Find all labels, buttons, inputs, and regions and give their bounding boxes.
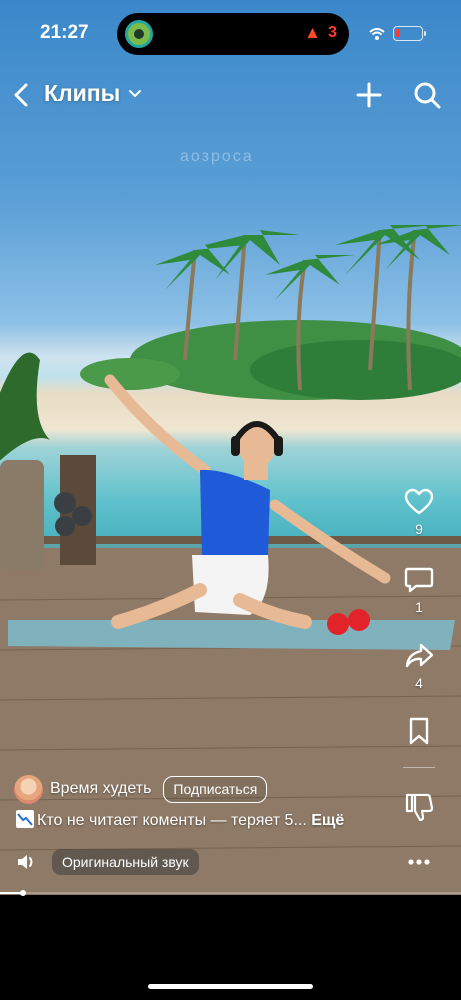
video-frame	[0, 225, 461, 895]
like-count: 9	[415, 521, 423, 537]
rail-divider	[403, 767, 435, 768]
home-indicator	[148, 984, 313, 989]
heart-icon[interactable]	[404, 488, 434, 516]
clips-screen: аозроса 21:27 ▲ 3 Клипы 9 1 4 Время худе…	[0, 0, 461, 1000]
comment-icon[interactable]	[404, 566, 434, 594]
chevron-down-icon	[129, 89, 142, 97]
status-bar: 21:27 ▲ 3	[0, 0, 461, 64]
original-sound-link[interactable]: Оригинальный звук	[52, 849, 199, 875]
caption-text: Кто не читает коменты — теряет 5...	[37, 812, 307, 829]
search-icon[interactable]	[412, 80, 442, 110]
author-row: Время худеть Подписаться	[14, 774, 268, 804]
clips-title-dropdown[interactable]: Клипы	[44, 80, 142, 107]
avatar[interactable]	[14, 774, 43, 804]
activity-ring-icon	[125, 20, 153, 48]
subscribe-button[interactable]: Подписаться	[163, 775, 268, 803]
more-dots-icon[interactable]	[408, 858, 430, 866]
streak-count: 3	[328, 24, 337, 41]
author-name[interactable]: Время худеть	[50, 780, 151, 798]
like-action: 9	[399, 488, 439, 537]
speaker-icon[interactable]	[16, 852, 38, 872]
video-progress-fill	[0, 890, 27, 896]
status-time: 21:27	[40, 22, 89, 43]
top-bar: Клипы	[0, 76, 461, 116]
comment-count: 1	[415, 599, 423, 615]
flame-icon: ▲	[304, 23, 321, 42]
dislike-icon[interactable]	[404, 792, 434, 822]
share-icon[interactable]	[404, 642, 434, 670]
share-count: 4	[415, 675, 423, 691]
plus-icon[interactable]	[355, 81, 383, 109]
page-title: Клипы	[44, 80, 121, 106]
video-watermark: аозроса	[180, 148, 254, 165]
video-caption[interactable]: Кто не читает коменты — теряет 5... Ещё	[16, 810, 406, 830]
comment-action: 1	[399, 566, 439, 615]
caption-more-link[interactable]: Ещё	[311, 812, 344, 829]
video-progress-bar[interactable]	[0, 890, 461, 896]
bookmark-icon[interactable]	[407, 716, 431, 746]
back-chevron-icon[interactable]	[10, 80, 34, 110]
wifi-icon	[369, 28, 385, 40]
dynamic-island[interactable]: ▲ 3	[117, 13, 349, 55]
chart-down-icon	[16, 810, 34, 828]
sound-row: Оригинальный звук	[16, 848, 199, 876]
progress-knob[interactable]	[20, 890, 27, 896]
video-player[interactable]: аозроса	[0, 0, 461, 895]
battery-icon	[393, 26, 426, 41]
share-action: 4	[399, 642, 439, 691]
bookmark-action	[399, 716, 439, 746]
